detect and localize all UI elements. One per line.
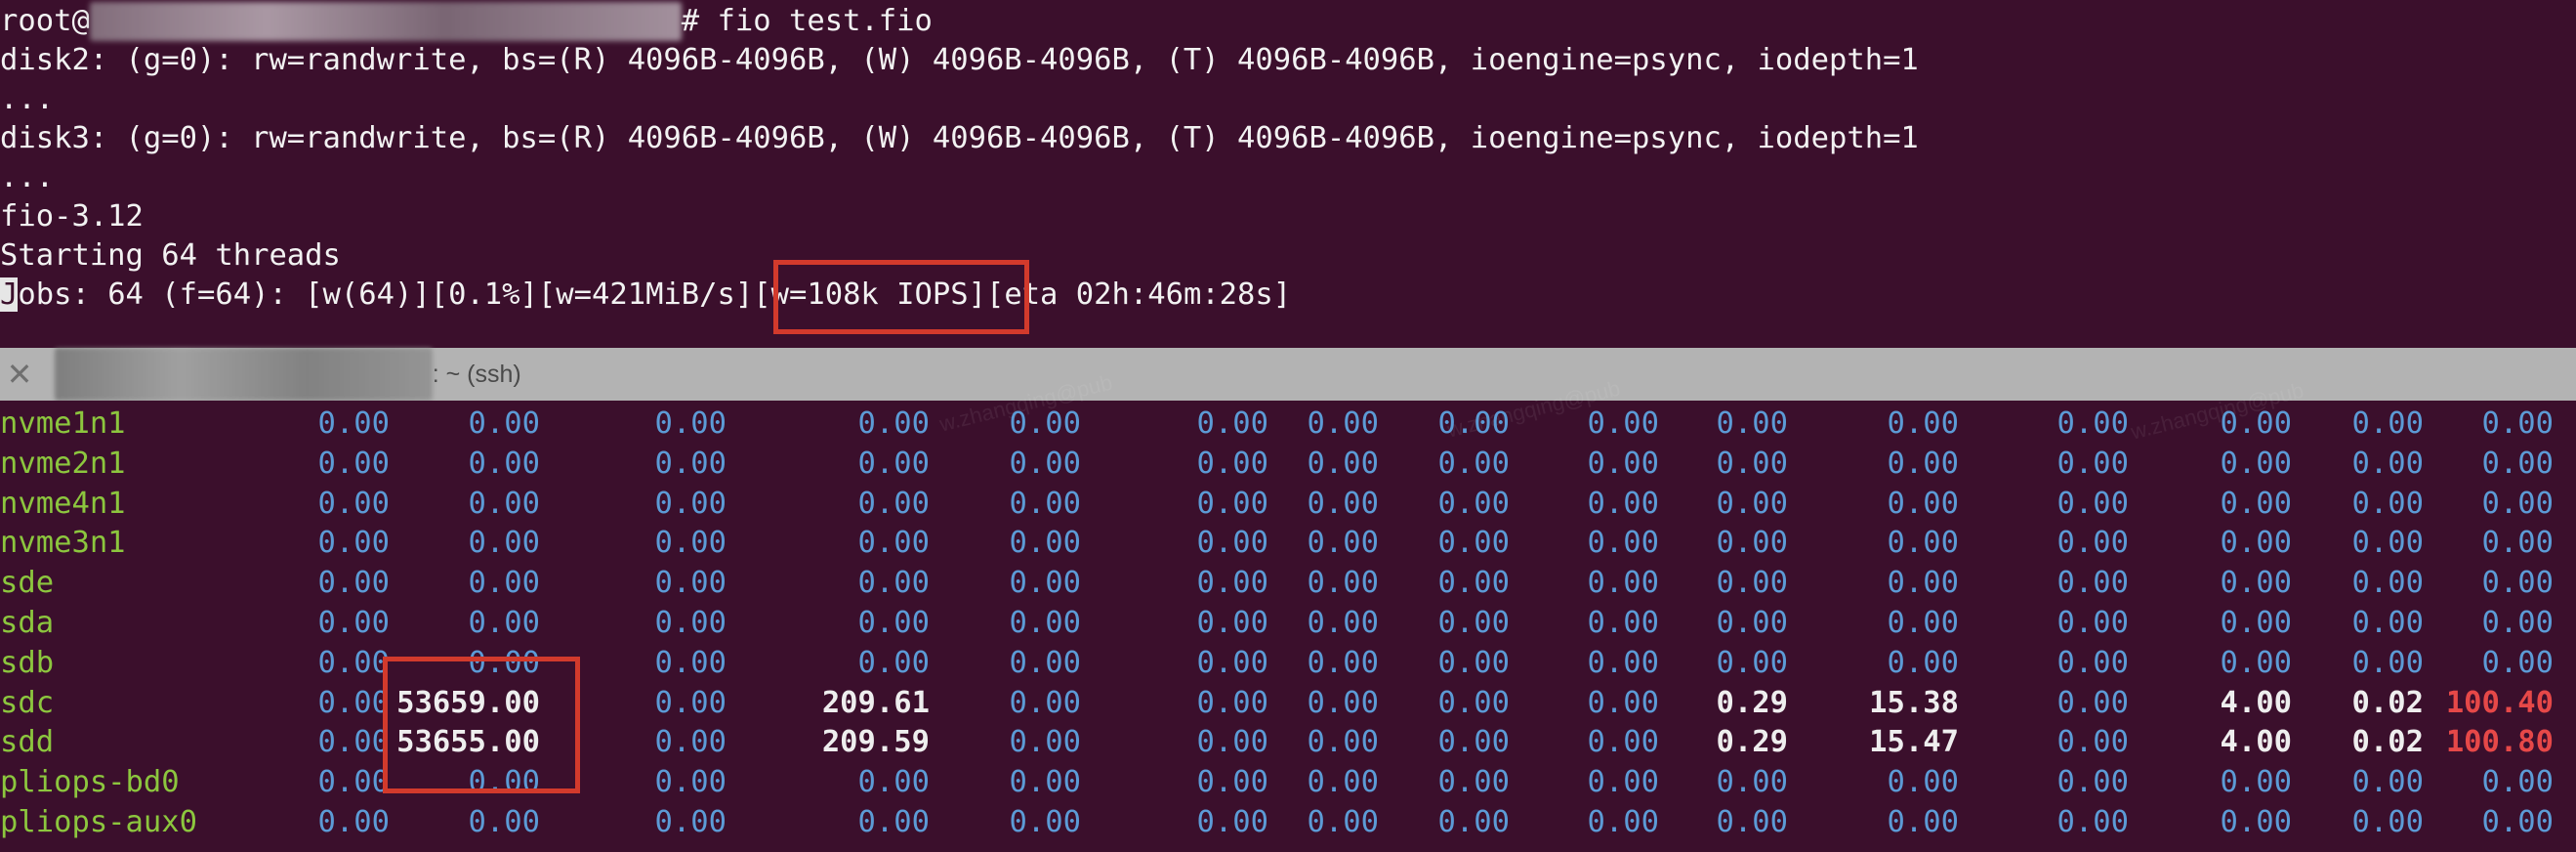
stat-value: 0.00 bbox=[1009, 645, 1081, 680]
stat-value: 0.00 bbox=[468, 566, 540, 601]
stat-value: 53659.00 bbox=[396, 685, 540, 720]
iostat-row: pliops-bd0 0.00 0.00 0.00 0.00 0.00 0.00 0.00 0.… bbox=[0, 762, 2576, 802]
fio-terminal-pane[interactable]: root@pubsrv-node-host-xxxx:/home/user1# … bbox=[0, 0, 2576, 348]
iostat-row: sda 0.00 0.00 0.00 0.00 0.00 0.00 0.00 0.00 0.00 0… bbox=[0, 603, 2576, 643]
stat-value: 0.00 bbox=[1009, 566, 1081, 601]
stat-value: 0.00 bbox=[468, 486, 540, 521]
stat-value: 0.00 bbox=[654, 765, 727, 800]
fio-output-line: disk2: (g=0): rw=randwrite, bs=(R) 4096B… bbox=[0, 43, 1919, 77]
close-icon[interactable]: ✕ bbox=[2, 356, 37, 393]
device-name: sde bbox=[0, 566, 55, 601]
stat-value: 0.00 bbox=[2481, 805, 2554, 839]
stat-value: 0.00 bbox=[654, 805, 727, 839]
iostat-row: nvme1n1 0.00 0.00 0.00 0.00 0.00 0.00 0.00 0.00 0… bbox=[0, 404, 2576, 444]
stat-value: 0.00 bbox=[1009, 526, 1081, 561]
stat-value: 0.00 bbox=[654, 606, 727, 640]
command-text: fio test.fio bbox=[717, 4, 933, 38]
stat-value: 0.00 bbox=[2481, 486, 2554, 521]
stat-value: 53655.00 bbox=[396, 725, 540, 760]
device-name: nvme3n1 bbox=[0, 526, 126, 561]
stat-value: 0.00 bbox=[1009, 446, 1081, 481]
device-name: pliops-aux0 bbox=[0, 805, 197, 839]
iostat-row: pliops-aux0 0.00 0.00 0.00 0.00 0.00 0.00 0.00 0… bbox=[0, 802, 2576, 842]
stat-value: 0.00 bbox=[654, 406, 727, 441]
stat-value: 0.00 bbox=[468, 406, 540, 441]
redacted-hostname: pubsrv-node-host-xxxx:/home/user1 bbox=[89, 2, 682, 41]
device-name: pliops-bd0 bbox=[0, 765, 180, 800]
stat-value: 0.00 bbox=[1009, 606, 1081, 640]
stat-value: 0.00 bbox=[468, 606, 540, 640]
stat-value: 100.80 bbox=[2445, 725, 2554, 760]
threads-line: Starting 64 threads bbox=[0, 238, 341, 273]
stat-value: 0.00 bbox=[2481, 566, 2554, 601]
stat-value: 0.00 bbox=[2481, 446, 2554, 481]
fio-output-line: ... bbox=[0, 82, 55, 116]
stat-value: 0.00 bbox=[468, 805, 540, 839]
iostat-row: sde 0.00 0.00 0.00 0.00 0.00 0.00 0.00 0.00 0.00 0… bbox=[0, 563, 2576, 603]
device-name: sda bbox=[0, 606, 55, 640]
jobs-progress: obs: 64 (f=64): [w(64)][0.1%][w=421MiB/s… bbox=[18, 277, 754, 312]
stat-value: 0.00 bbox=[1009, 486, 1081, 521]
stat-value: 0.00 bbox=[2481, 645, 2554, 680]
pane-title-suffix: : ~ (ssh) bbox=[432, 361, 521, 388]
stat-value: 0.00 bbox=[654, 725, 727, 760]
stat-value: 0.00 bbox=[654, 486, 727, 521]
fio-output-line: ... bbox=[0, 160, 55, 194]
device-name: sdb bbox=[0, 645, 55, 680]
device-name: nvme4n1 bbox=[0, 486, 126, 521]
stat-value: 0.00 bbox=[1009, 725, 1081, 760]
stat-value: 0.00 bbox=[654, 566, 727, 601]
iostat-row: sdb 0.00 0.00 0.00 0.00 0.00 0.00 0.00 0.00 0.00 0… bbox=[0, 643, 2576, 683]
stat-value: 0.00 bbox=[654, 446, 727, 481]
device-name: nvme2n1 bbox=[0, 446, 126, 481]
stat-value: 0.00 bbox=[1009, 406, 1081, 441]
stat-value: 0.00 bbox=[2481, 526, 2554, 561]
iostat-row: nvme2n1 0.00 0.00 0.00 0.00 0.00 0.00 0.00 0.00 0… bbox=[0, 444, 2576, 484]
stat-value: 0.00 bbox=[654, 526, 727, 561]
jobs-status-line: Jobs: 64 (f=64): [w(64)][0.1%][w=421MiB/… bbox=[0, 276, 1291, 315]
stat-value: 0.00 bbox=[2481, 765, 2554, 800]
terminal-cursor: J bbox=[0, 277, 19, 312]
stat-value: 0.00 bbox=[654, 645, 727, 680]
stat-value: 0.00 bbox=[1009, 685, 1081, 720]
iostat-row: sdc 0.00 53659.00 0.00 209.61 0.00 0.00 0.00 0.0… bbox=[0, 683, 2576, 723]
jobs-iops: [w=108k IOPS] bbox=[753, 277, 986, 312]
device-name: sdd bbox=[0, 725, 55, 760]
fio-version-line: fio-3.12 bbox=[0, 199, 144, 234]
prompt-user: root@ bbox=[0, 4, 90, 38]
redacted-host-title: w.zhangqi@pubsrv-node-host-mdx bbox=[55, 348, 433, 401]
stat-value: 0.00 bbox=[468, 526, 540, 561]
iostat-pane[interactable]: w.zhangqing@pub w.zhangqing@pub w.zhangq… bbox=[0, 369, 2576, 852]
stat-value: 0.00 bbox=[1009, 805, 1081, 839]
prompt-line: root@pubsrv-node-host-xxxx:/home/user1# … bbox=[0, 2, 933, 41]
iostat-row: nvme3n1 0.00 0.00 0.00 0.00 0.00 0.00 0.00 0.00 0… bbox=[0, 523, 2576, 563]
stat-value: 100.40 bbox=[2445, 685, 2554, 720]
iostat-row: sdd 0.00 53655.00 0.00 209.59 0.00 0.00 0.00 0.0… bbox=[0, 722, 2576, 762]
jobs-eta: [eta 02h:46m:28s] bbox=[985, 277, 1292, 312]
stat-value: 0.00 bbox=[468, 645, 540, 680]
device-name: sdc bbox=[0, 685, 55, 720]
stat-value: 0.00 bbox=[468, 446, 540, 481]
pane-title: w.zhangqi@pubsrv-node-host-mdx: ~ (ssh) bbox=[55, 348, 521, 401]
stat-value: 0.00 bbox=[468, 765, 540, 800]
stat-value: 0.00 bbox=[654, 685, 727, 720]
device-name: nvme1n1 bbox=[0, 406, 126, 441]
fio-output-line: disk3: (g=0): rw=randwrite, bs=(R) 4096B… bbox=[0, 121, 1919, 155]
stat-value: 0.00 bbox=[2481, 406, 2554, 441]
stat-value: 0.00 bbox=[1009, 765, 1081, 800]
stat-value: 0.00 bbox=[2481, 606, 2554, 640]
prompt-path-tail: # bbox=[681, 4, 718, 38]
pane-divider[interactable]: ✕ w.zhangqi@pubsrv-node-host-mdx: ~ (ssh… bbox=[0, 348, 2576, 401]
iostat-row: nvme4n1 0.00 0.00 0.00 0.00 0.00 0.00 0.00 0.00 0… bbox=[0, 484, 2576, 524]
